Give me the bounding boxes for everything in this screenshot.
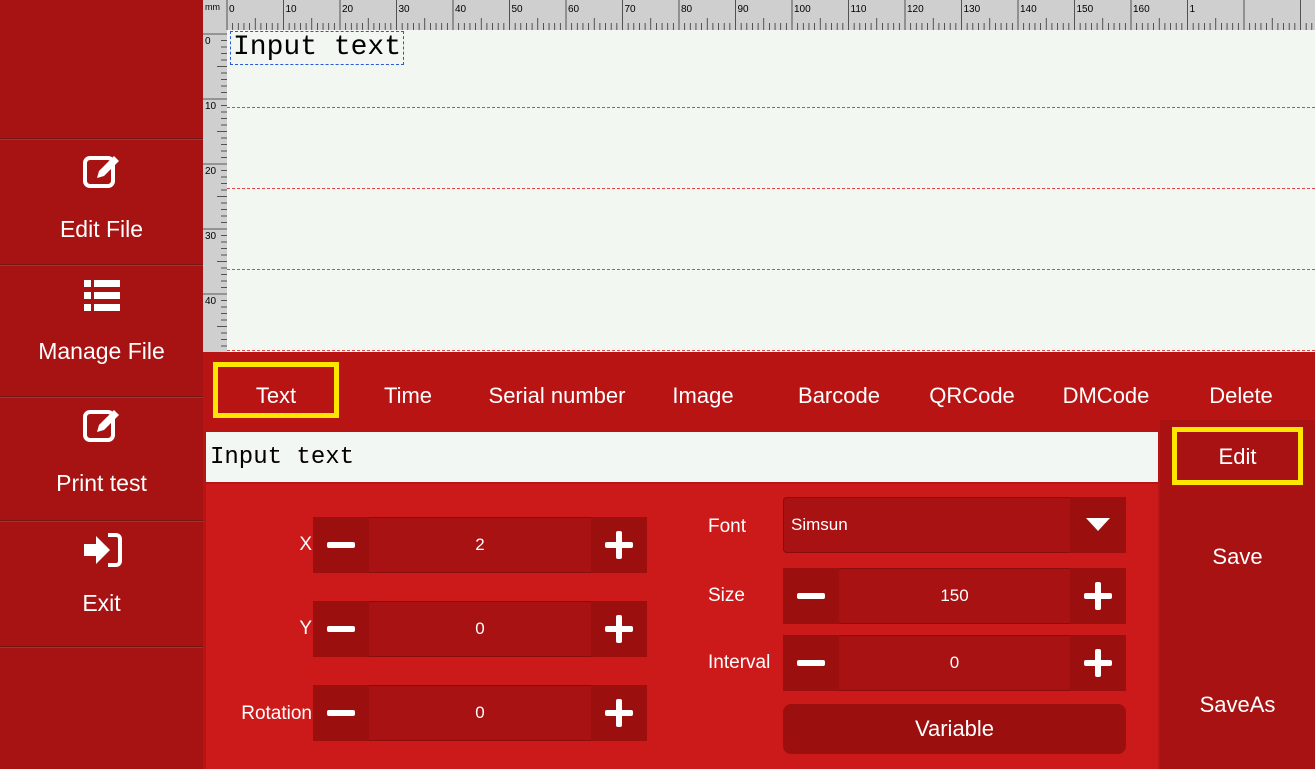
size-value[interactable]: 150 — [839, 568, 1070, 624]
sidebar-item-manage-file[interactable]: Manage File — [0, 276, 203, 388]
ruler-tick-label: 100 — [794, 4, 811, 15]
ruler-horizontal: mm 0 10 20 30 40 50 60 70 80 90 100 110 120 130 140 150 1… — [203, 0, 1315, 30]
ruler-tick-label: 1 — [1190, 4, 1196, 15]
x-increment-button[interactable] — [591, 517, 647, 573]
ruler-vertical: 0 10 20 30 40 — [203, 30, 227, 352]
guide-line — [227, 269, 1315, 270]
sidebar-item-edit-file[interactable]: Edit File — [0, 150, 203, 262]
ruler-tick-label: 10 — [205, 101, 217, 112]
sidebar-item-label: Manage File — [38, 338, 165, 364]
tab-dmcode[interactable]: DMCode — [1046, 371, 1166, 421]
tab-qrcode[interactable]: QRCode — [916, 371, 1028, 421]
ruler-tick-label: 90 — [738, 4, 750, 15]
ruler-tick-label: 0 — [205, 36, 211, 47]
size-stepper: 150 — [783, 568, 1126, 624]
ruler-tick-label: 130 — [964, 4, 981, 15]
ruler-tick-label: 150 — [1077, 4, 1094, 15]
y-label: Y — [299, 618, 312, 639]
delete-button[interactable]: Delete — [1188, 371, 1294, 421]
save-as-button[interactable]: SaveAs — [1160, 680, 1315, 730]
tab-barcode[interactable]: Barcode — [784, 371, 894, 421]
y-stepper: 0 — [313, 601, 647, 657]
ruler-tick-label: 50 — [512, 4, 524, 15]
edit-button-highlight — [1172, 427, 1303, 485]
ruler-tick-label: 80 — [681, 4, 693, 15]
edit-icon — [82, 156, 119, 188]
sidebar-item-exit[interactable]: Exit — [0, 530, 203, 642]
tab-serial-number[interactable]: Serial number — [468, 371, 646, 421]
interval-decrement-button[interactable] — [783, 635, 839, 691]
ruler-tick-label: 10 — [286, 4, 298, 15]
tab-time[interactable]: Time — [368, 371, 448, 421]
exit-icon — [83, 533, 122, 567]
save-button[interactable]: Save — [1160, 532, 1315, 582]
sidebar-item-label: Print test — [56, 470, 147, 496]
rotation-label: Rotation — [241, 703, 312, 724]
interval-value[interactable]: 0 — [839, 635, 1070, 691]
rotation-value[interactable]: 0 — [369, 685, 591, 741]
interval-label: Interval — [708, 652, 771, 673]
sidebar-divider — [0, 396, 203, 398]
rotation-increment-button[interactable] — [591, 685, 647, 741]
chevron-down-icon[interactable] — [1070, 497, 1126, 553]
ruler-tick-label: 70 — [625, 4, 637, 15]
size-decrement-button[interactable] — [783, 568, 839, 624]
size-label: Size — [708, 585, 745, 606]
ruler-tick-label: 120 — [907, 4, 924, 15]
print-canvas[interactable]: Input text — [227, 30, 1315, 352]
ruler-tick-label: 60 — [568, 4, 580, 15]
ruler-tick-label: 140 — [1020, 4, 1037, 15]
ruler-tick-label: 160 — [1133, 4, 1150, 15]
tab-image[interactable]: Image — [660, 371, 746, 421]
interval-increment-button[interactable] — [1070, 635, 1126, 691]
ruler-tick-label: 40 — [205, 296, 217, 307]
font-dropdown[interactable]: Simsun — [783, 497, 1126, 553]
font-value: Simsun — [791, 515, 848, 534]
x-decrement-button[interactable] — [313, 517, 369, 573]
variable-button[interactable]: Variable — [783, 704, 1126, 754]
sidebar-divider — [0, 138, 203, 140]
ruler-tick-label: 30 — [205, 231, 217, 242]
interval-stepper: 0 — [783, 635, 1126, 691]
y-value[interactable]: 0 — [369, 601, 591, 657]
y-increment-button[interactable] — [591, 601, 647, 657]
rotation-decrement-button[interactable] — [313, 685, 369, 741]
x-stepper: 2 — [313, 517, 647, 573]
rotation-stepper: 0 — [313, 685, 647, 741]
list-icon — [83, 280, 120, 311]
sidebar-divider — [0, 264, 203, 266]
ruler-tick-label: 30 — [399, 4, 411, 15]
guide-line — [227, 188, 1315, 189]
y-decrement-button[interactable] — [313, 601, 369, 657]
ruler-unit-label: mm — [205, 2, 220, 12]
ruler-tick-label: 110 — [851, 4, 867, 15]
size-increment-button[interactable] — [1070, 568, 1126, 624]
sidebar-divider — [0, 520, 203, 522]
x-value[interactable]: 2 — [369, 517, 591, 573]
canvas-text-object[interactable]: Input text — [230, 31, 405, 65]
ruler-tick-label: 20 — [342, 4, 354, 15]
text-content-input[interactable] — [206, 432, 1158, 482]
sidebar-divider — [0, 646, 203, 648]
ruler-tick-label: 20 — [205, 166, 217, 177]
guide-line — [227, 350, 1315, 351]
sidebar-item-label: Exit — [82, 590, 121, 616]
font-label: Font — [708, 516, 747, 537]
ruler-tick-label: 40 — [455, 4, 467, 15]
guide-line — [227, 107, 1315, 108]
sidebar-item-label: Edit File — [59, 216, 144, 242]
edit-icon — [82, 410, 119, 442]
x-label: X — [299, 534, 312, 555]
sidebar-item-print-test[interactable]: Print test — [0, 404, 203, 516]
ruler-tick-label: 0 — [229, 4, 235, 15]
selected-tab-highlight — [213, 362, 339, 418]
